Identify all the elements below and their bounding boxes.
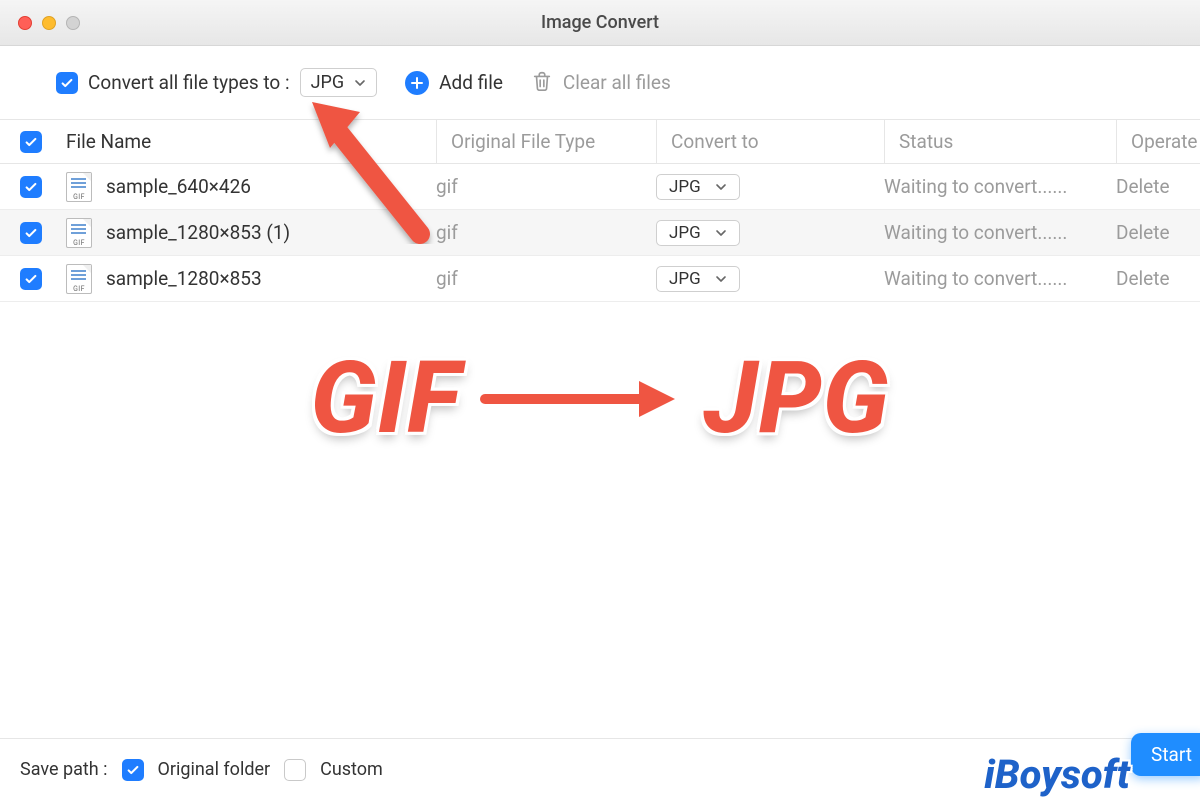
col-operate: Operate: [1116, 120, 1200, 163]
check-icon: [24, 226, 38, 240]
original-type-value: gif: [436, 175, 656, 198]
file-name: sample_1280×853: [106, 267, 262, 290]
plus-icon: [405, 71, 429, 95]
file-type-icon: GIF: [66, 172, 92, 202]
row-checkbox[interactable]: [20, 268, 42, 290]
row-format-value: JPG: [669, 223, 701, 243]
row-format-select[interactable]: JPG: [656, 174, 740, 200]
chevron-down-icon: [715, 181, 727, 193]
chevron-down-icon: [715, 273, 727, 285]
col-file-name: File Name: [66, 130, 436, 153]
original-type-value: gif: [436, 267, 656, 290]
row-checkbox[interactable]: [20, 176, 42, 198]
window-title: Image Convert: [0, 12, 1200, 33]
row-format-value: JPG: [669, 269, 701, 289]
annotation-overlay: GIF JPG: [0, 340, 1200, 457]
table-row: GIF sample_1280×853 gif JPG Waiting to c…: [0, 256, 1200, 302]
col-status: Status: [884, 120, 1116, 163]
global-format-value: JPG: [311, 72, 345, 93]
clear-all-label: Clear all files: [563, 71, 671, 94]
status-text: Waiting to convert......: [884, 221, 1116, 244]
chevron-down-icon: [354, 77, 366, 89]
original-folder-checkbox[interactable]: [122, 759, 144, 781]
app-window: Image Convert Convert all file types to …: [0, 0, 1200, 800]
file-name-cell: GIF sample_1280×853: [66, 264, 436, 294]
add-file-button[interactable]: Add file: [405, 71, 503, 95]
original-type-value: gif: [436, 221, 656, 244]
original-folder-label: Original folder: [158, 759, 271, 780]
titlebar: Image Convert: [0, 0, 1200, 46]
table-row: GIF sample_640×426 gif JPG Waiting to co…: [0, 164, 1200, 210]
check-icon: [24, 272, 38, 286]
delete-button[interactable]: Delete: [1116, 221, 1200, 244]
row-checkbox[interactable]: [20, 222, 42, 244]
status-text: Waiting to convert......: [884, 175, 1116, 198]
check-icon: [126, 763, 140, 777]
row-format-value: JPG: [669, 177, 701, 197]
brand-watermark: iBoysoft: [984, 751, 1130, 798]
custom-folder-checkbox[interactable]: [284, 759, 306, 781]
table-header: File Name Original File Type Convert to …: [0, 120, 1200, 164]
file-type-icon: GIF: [66, 264, 92, 294]
file-name-cell: GIF sample_1280×853 (1): [66, 218, 436, 248]
check-icon: [60, 76, 74, 90]
annotation-from-text: GIF: [310, 340, 461, 457]
add-file-label: Add file: [439, 71, 503, 94]
check-icon: [24, 135, 38, 149]
clear-all-button[interactable]: Clear all files: [531, 70, 671, 96]
save-path-label: Save path :: [20, 759, 108, 780]
row-format-select[interactable]: JPG: [656, 266, 740, 292]
row-format-select[interactable]: JPG: [656, 220, 740, 246]
toolbar: Convert all file types to : JPG Add file…: [0, 46, 1200, 120]
status-text: Waiting to convert......: [884, 267, 1116, 290]
trash-icon: [531, 70, 553, 96]
col-convert-to: Convert to: [656, 120, 884, 163]
file-type-icon: GIF: [66, 218, 92, 248]
convert-all-label: Convert all file types to :: [88, 71, 290, 94]
file-name: sample_640×426: [106, 175, 251, 198]
annotation-to-text: JPG: [703, 340, 889, 457]
select-all-checkbox[interactable]: [20, 131, 42, 153]
table-row: GIF sample_1280×853 (1) gif JPG Waiting …: [0, 210, 1200, 256]
check-icon: [24, 180, 38, 194]
file-name: sample_1280×853 (1): [106, 221, 290, 244]
delete-button[interactable]: Delete: [1116, 267, 1200, 290]
convert-all-checkbox[interactable]: [56, 72, 78, 94]
chevron-down-icon: [715, 227, 727, 239]
convert-all-group: Convert all file types to : JPG: [56, 68, 377, 97]
file-name-cell: GIF sample_640×426: [66, 172, 436, 202]
global-format-select[interactable]: JPG: [300, 68, 378, 97]
start-button[interactable]: Start: [1131, 733, 1200, 776]
col-original-type: Original File Type: [436, 120, 656, 163]
custom-folder-label: Custom: [320, 759, 383, 780]
delete-button[interactable]: Delete: [1116, 175, 1200, 198]
select-all-cell: [20, 131, 66, 153]
annotation-right-arrow-icon: [477, 364, 687, 434]
